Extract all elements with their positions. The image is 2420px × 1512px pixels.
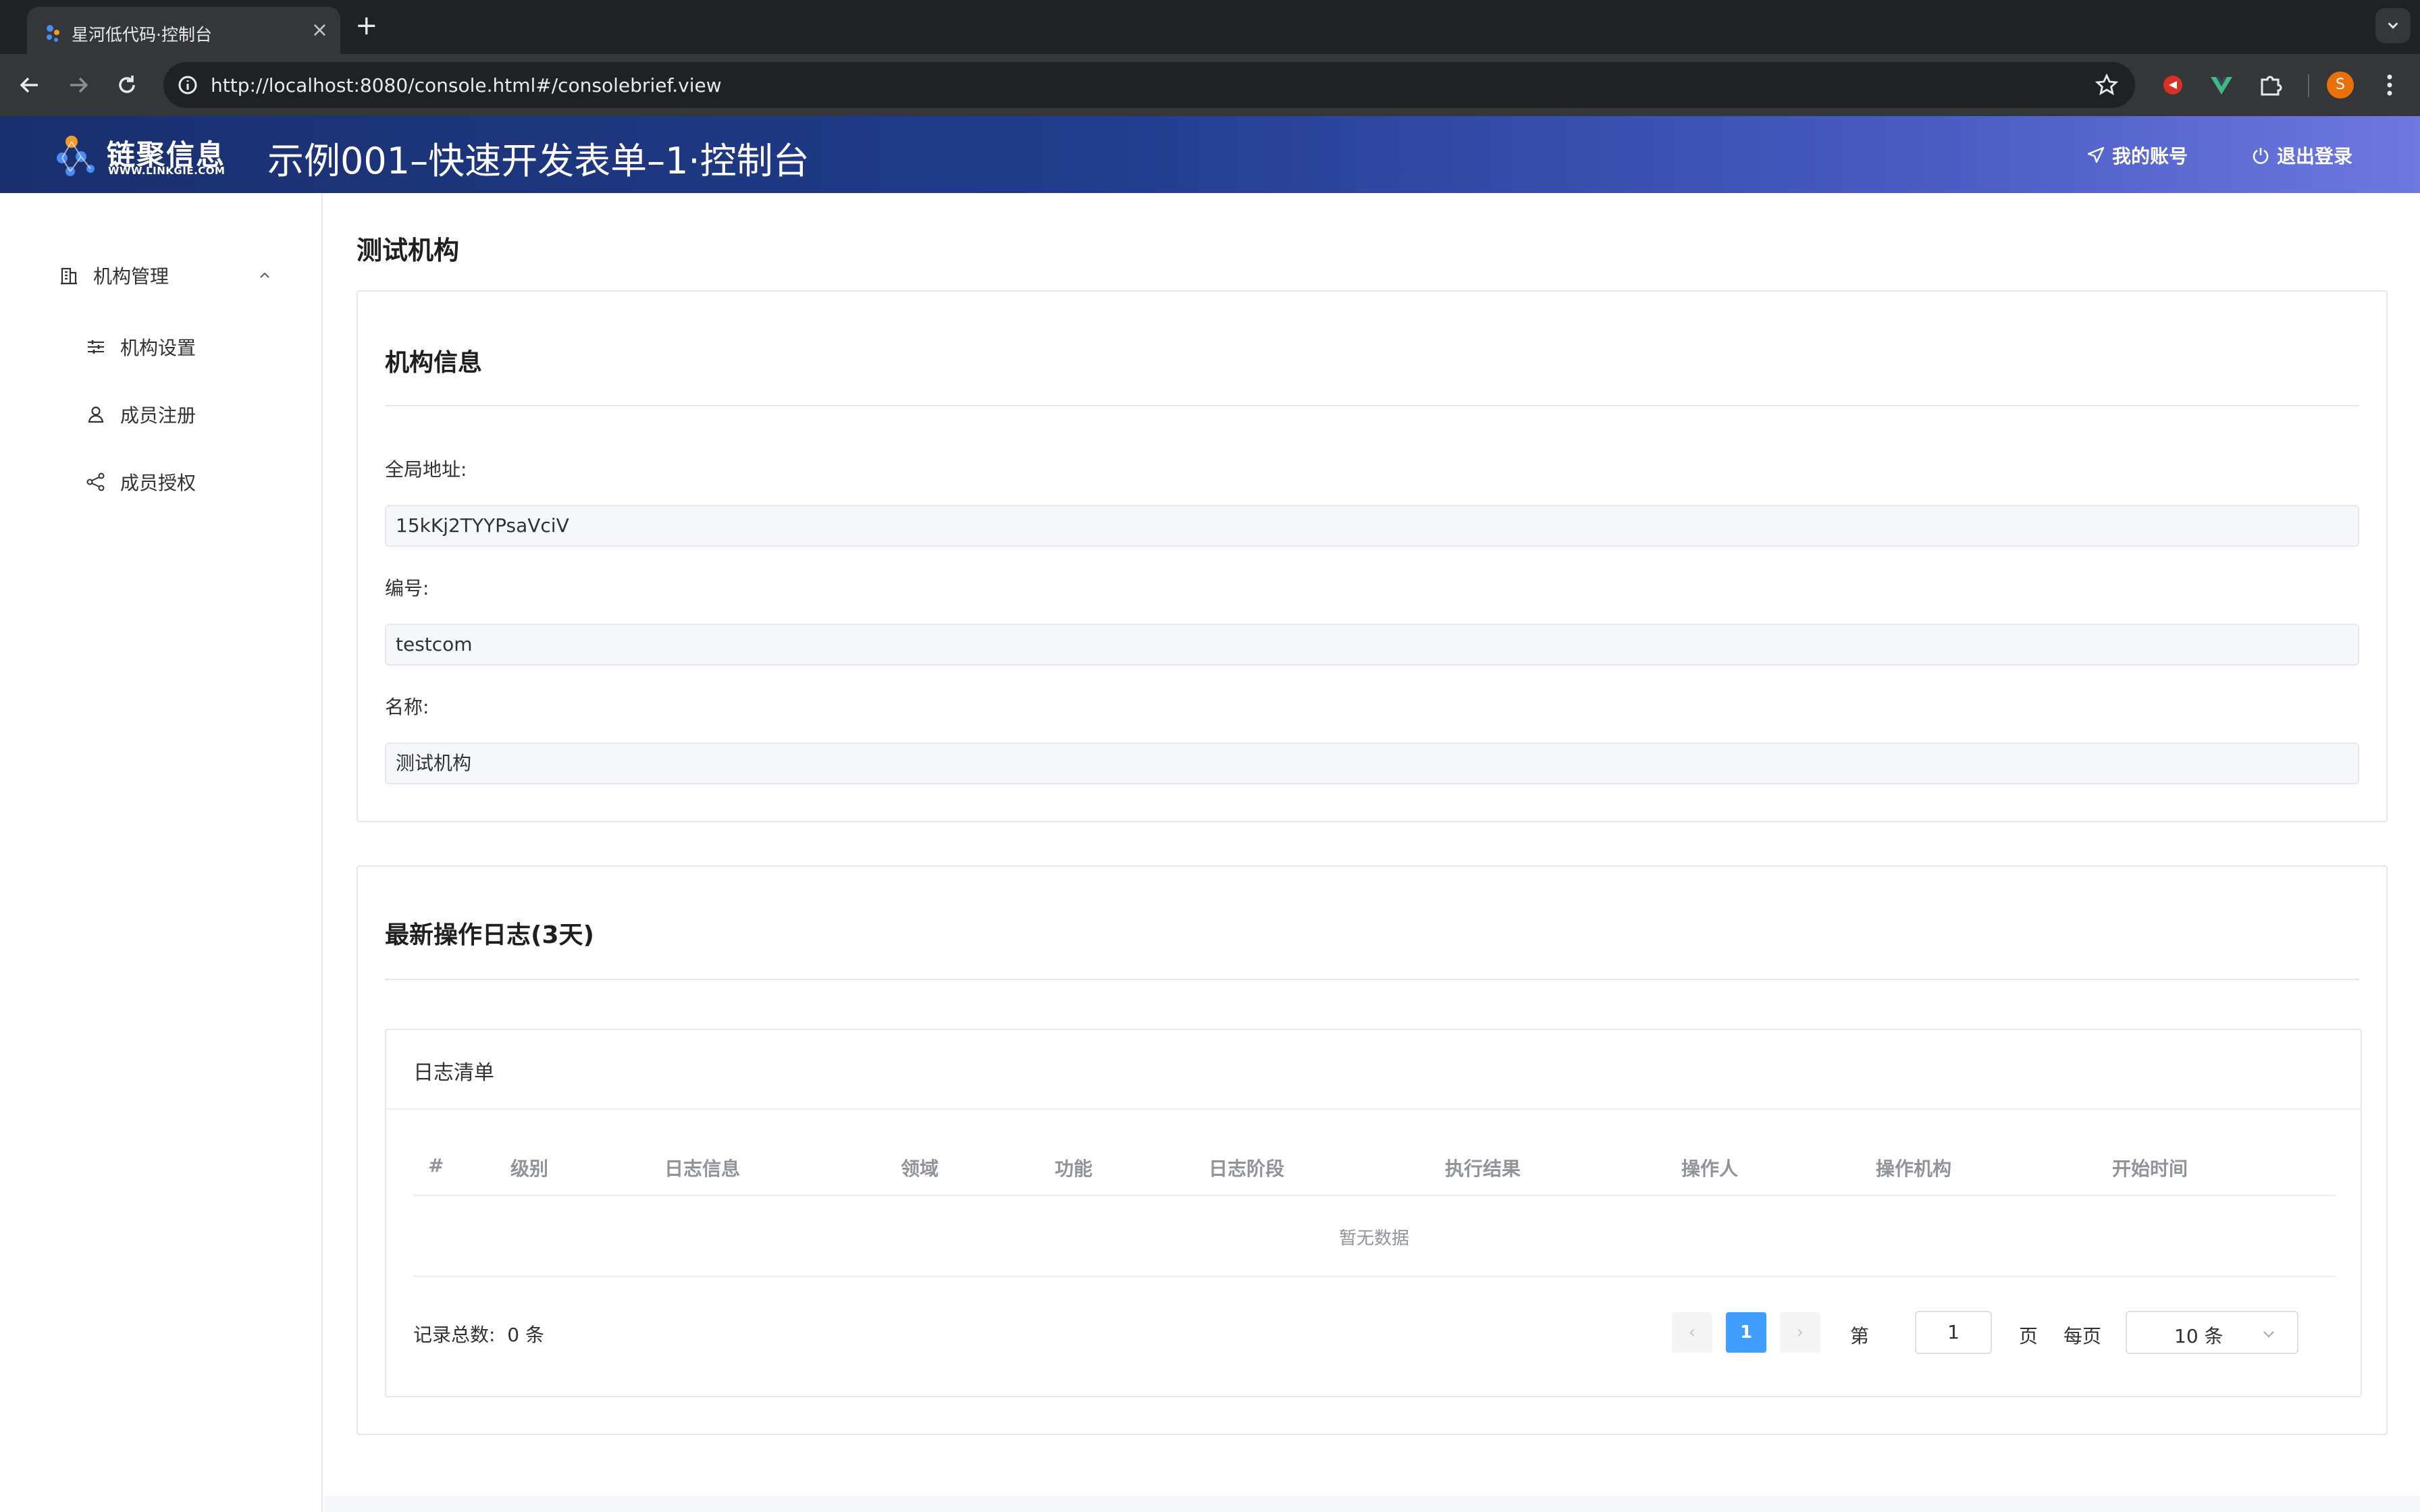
sidebar-item-label: 成员注册 [120,404,196,427]
name-label: 名称: [385,696,429,718]
card-divider [385,979,2359,980]
chevron-up-icon [260,272,269,278]
next-page-button[interactable]: › [1780,1312,1820,1353]
column-header-index[interactable]: # [428,1154,444,1177]
profile-avatar[interactable]: S [2327,72,2354,99]
app-title: 示例001–快速开发表单–1·控制台 [267,140,810,182]
global-address-field[interactable]: 15kKj2TYYPsaVciV [385,505,2359,547]
code-field[interactable]: testcom [385,624,2359,666]
log-table: # 级别 日志信息 领域 功能 日志阶段 执行结果 操作人 操作机构 开始时间 … [413,1139,2335,1277]
brand-logo[interactable]: 链聚信息 WWW.LINKGIE.COM [54,130,243,180]
sidebar-item-member-authorize[interactable]: 成员授权 [85,467,288,497]
more-menu-icon[interactable] [2379,70,2400,100]
record-total-label: 记录总数: [413,1324,496,1346]
record-total-value: 0 条 [507,1324,544,1346]
user-icon [88,406,104,423]
logout-button[interactable]: 退出登录 [2251,140,2352,170]
table-empty-row: 暂无数据 [413,1196,2335,1277]
page-prefix-label: 第 [1850,1325,1870,1347]
table-header: # 级别 日志信息 领域 功能 日志阶段 执行结果 操作人 操作机构 开始时间 [413,1139,2335,1196]
vue-devtools-icon[interactable] [2208,72,2235,99]
card-title: 最新操作日志(3天) [385,921,594,949]
app-header: 链聚信息 WWW.LINKGIE.COM 示例001–快速开发表单–1·控制台 … [0,116,2420,193]
log-list-panel: 日志清单 # 级别 日志信息 领域 功能 日志阶段 执行结果 操作人 操作机构 … [385,1029,2362,1397]
org-info-card: 机构信息 全局地址: 15kKj2TYYPsaVciV 编号: testcom … [357,290,2388,822]
browser-tab-strip: 星河低代码·控制台 × + [0,0,2420,54]
card-title: 机构信息 [385,349,483,377]
sidebar-group-label: 机构管理 [93,265,169,288]
column-header-operating-org[interactable]: 操作机构 [1876,1154,1951,1181]
puzzle-icon[interactable] [2257,72,2284,99]
name-field[interactable]: 测试机构 [385,742,2359,784]
logo-subtext: WWW.LINKGIE.COM [108,165,226,177]
tab-search-button[interactable] [2375,8,2411,43]
logo-mark-icon [57,136,95,176]
page-footer-strip [324,1496,2420,1512]
card-divider [385,405,2359,406]
address-bar[interactable]: http://localhost:8080/console.html#/cons… [163,62,2135,108]
sidebar-item-member-register[interactable]: 成员注册 [85,400,288,429]
browser-tab[interactable]: 星河低代码·控制台 × [27,7,340,54]
global-address-label: 全局地址: [385,458,467,481]
my-account-label: 我的账号 [2112,145,2188,167]
toolbar-divider [2308,74,2309,97]
sidebar-item-label: 成员授权 [120,472,196,494]
empty-state-text: 暂无数据 [1338,1228,1409,1249]
share-icon [86,473,105,491]
column-header-message[interactable]: 日志信息 [664,1154,740,1181]
bookmark-star-icon[interactable] [2095,73,2119,97]
main-content: 测试机构 机构信息 全局地址: 15kKj2TYYPsaVciV 编号: tes… [324,193,2420,1512]
column-header-result[interactable]: 执行结果 [1445,1154,1521,1181]
my-account-button[interactable]: 我的账号 [2086,140,2188,170]
column-header-stage[interactable]: 日志阶段 [1209,1154,1284,1181]
page-suffix-label: 页 [2019,1325,2038,1347]
building-icon [61,267,77,285]
column-header-operator[interactable]: 操作人 [1681,1154,1738,1181]
forward-arrow-icon[interactable] [63,70,93,100]
page-title: 测试机构 [357,236,460,265]
sidebar-group-org-management[interactable]: 机构管理 [58,261,274,290]
prev-page-button[interactable]: ‹ [1672,1312,1712,1353]
chevron-down-icon [2263,1331,2274,1338]
sidebar: 机构管理 机构设置 成员注册 成员授权 [0,193,323,1512]
browser-toolbar: http://localhost:8080/console.html#/cons… [0,54,2420,116]
page-size-select[interactable]: 10 条 [2126,1311,2298,1354]
per-page-label: 每页 [2063,1325,2102,1347]
column-header-function[interactable]: 功能 [1055,1154,1093,1181]
sidebar-item-label: 机构设置 [120,337,196,359]
send-icon [2087,146,2105,163]
new-tab-button[interactable]: + [355,12,378,39]
sliders-icon [88,340,104,354]
page-size-value: 10 条 [2174,1325,2224,1347]
operation-log-card: 最新操作日志(3天) 日志清单 # 级别 日志信息 领域 功能 日志阶段 执行结… [357,865,2388,1435]
url-text: http://localhost:8080/console.html#/cons… [211,74,722,97]
app-favicon-icon [47,25,59,42]
column-header-domain[interactable]: 领域 [901,1154,939,1181]
page-jump-input[interactable]: 1 [1915,1311,1992,1354]
sidebar-item-org-settings[interactable]: 机构设置 [85,332,288,362]
tab-title: 星河低代码·控制台 [72,25,212,45]
logout-label: 退出登录 [2277,145,2353,167]
chevron-down-icon [2388,22,2398,29]
reload-icon[interactable] [112,70,142,100]
page-number-button[interactable]: 1 [1726,1312,1766,1353]
site-info-icon[interactable] [177,74,199,96]
tab-close-icon[interactable]: × [311,20,328,40]
extension-red-icon[interactable] [2159,72,2186,99]
record-total: 记录总数: 0 条 [413,1320,544,1347]
code-label: 编号: [385,577,429,599]
back-arrow-icon[interactable] [15,70,45,100]
log-panel-header: 日志清单 [386,1030,2361,1110]
power-icon [2253,148,2269,164]
column-header-start-time[interactable]: 开始时间 [2112,1154,2188,1181]
log-panel-title: 日志清单 [413,1061,494,1085]
column-header-level[interactable]: 级别 [510,1154,548,1181]
